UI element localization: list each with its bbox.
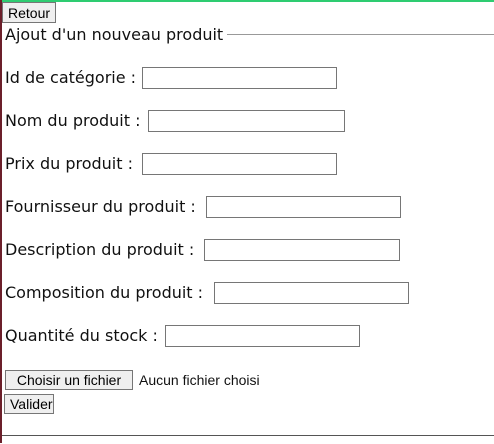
supplier-input[interactable] <box>206 196 401 218</box>
bottom-divider <box>2 435 494 436</box>
category-id-label: Id de catégorie : <box>5 68 137 87</box>
top-accent-line <box>0 0 494 2</box>
category-id-input[interactable] <box>142 67 337 89</box>
stock-quantity-input[interactable] <box>165 325 360 347</box>
product-name-label: Nom du produit : <box>5 111 141 130</box>
product-name-input[interactable] <box>148 110 345 132</box>
product-price-input[interactable] <box>142 153 337 175</box>
back-button[interactable]: Retour <box>2 2 57 23</box>
fieldset-border <box>227 34 494 35</box>
submit-button[interactable]: Valider <box>4 394 54 414</box>
description-label: Description du produit : <box>5 240 195 259</box>
form-legend: Ajout d'un nouveau produit <box>5 25 224 44</box>
composition-input[interactable] <box>214 282 409 304</box>
description-input[interactable] <box>204 239 400 261</box>
product-price-label: Prix du produit : <box>5 154 133 173</box>
stock-quantity-label: Quantité du stock : <box>5 326 158 345</box>
supplier-label: Fournisseur du produit : <box>5 197 196 216</box>
file-status-text: Aucun fichier choisi <box>139 372 260 388</box>
choose-file-button[interactable]: Choisir un fichier <box>5 370 133 390</box>
composition-label: Composition du produit : <box>5 283 204 302</box>
